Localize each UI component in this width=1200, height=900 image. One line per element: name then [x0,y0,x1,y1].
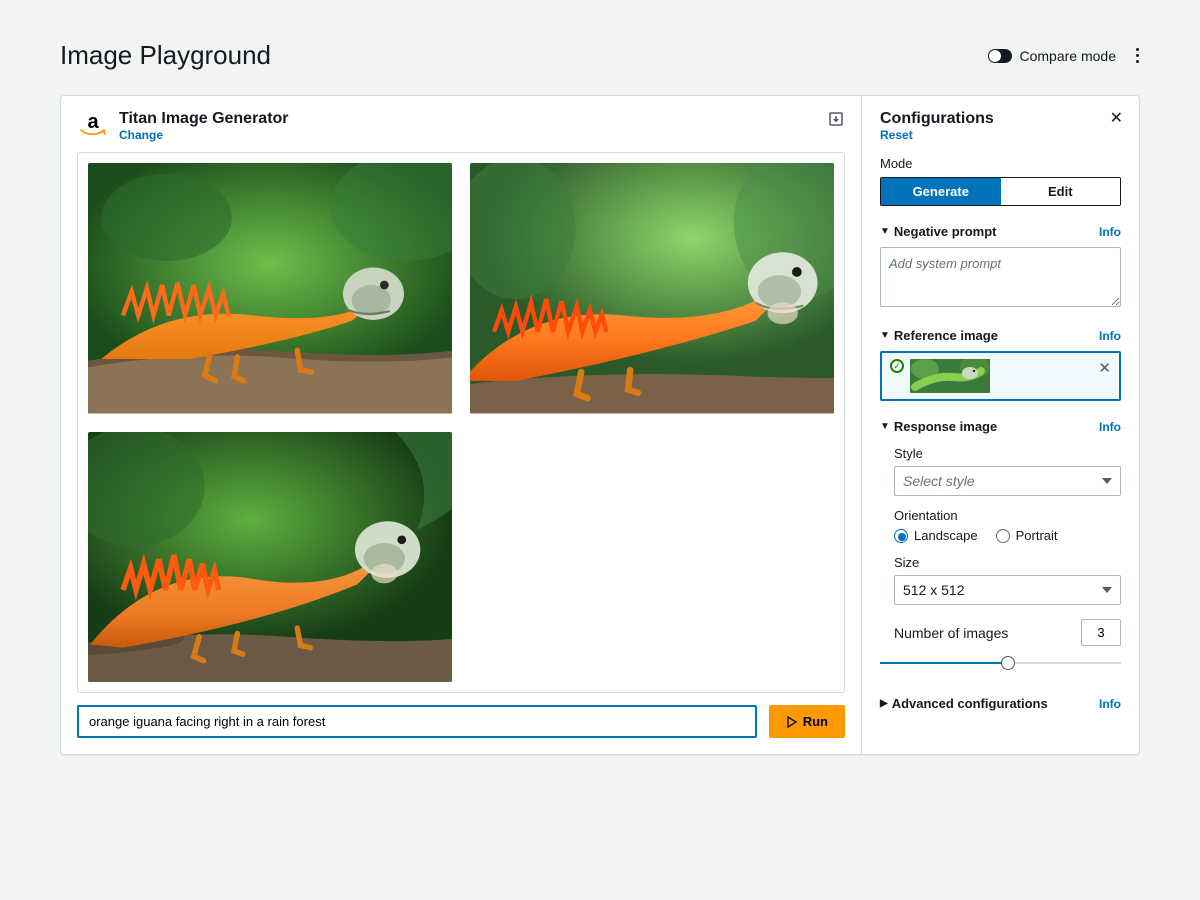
reference-image-box: ✓ ✕ [880,351,1121,401]
run-button[interactable]: Run [769,705,845,738]
image-gallery [77,152,845,693]
radio-selected-icon [894,529,908,543]
orientation-portrait-radio[interactable]: Portrait [996,528,1058,543]
model-name: Titan Image Generator [119,110,289,128]
info-link[interactable]: Info [1099,225,1121,239]
slider-thumb-icon [1001,656,1015,670]
reference-thumbnail[interactable] [910,359,990,393]
generated-image[interactable] [88,432,452,683]
info-link[interactable]: Info [1099,329,1121,343]
mode-toggle: Generate Edit [880,177,1121,206]
download-icon[interactable] [827,110,845,128]
toggle-switch-icon [988,49,1012,63]
response-image-section[interactable]: ▼ Response image [880,419,997,434]
chevron-down-icon [1102,587,1112,593]
close-icon[interactable]: ✕ [1110,108,1123,128]
compare-mode-label: Compare mode [1020,48,1117,64]
amazon-logo-icon: a [77,110,109,142]
check-icon: ✓ [890,359,904,373]
mode-edit-button[interactable]: Edit [1001,178,1121,205]
caret-down-icon: ▼ [880,330,890,341]
style-label: Style [880,446,1121,461]
info-link[interactable]: Info [1099,697,1121,711]
num-images-slider[interactable] [880,656,1121,670]
chevron-down-icon [1102,478,1112,484]
generated-image[interactable] [470,163,834,414]
mode-label: Mode [880,156,1121,171]
generated-image[interactable] [88,163,452,414]
negative-prompt-input[interactable] [880,247,1121,307]
size-select[interactable]: 512 x 512 [894,575,1121,605]
size-label: Size [880,555,1121,570]
info-link[interactable]: Info [1099,420,1121,434]
num-images-input[interactable] [1081,619,1121,646]
radio-icon [996,529,1010,543]
remove-reference-icon[interactable]: ✕ [1098,359,1111,377]
negative-prompt-section[interactable]: ▼ Negative prompt [880,224,996,239]
caret-right-icon: ▶ [880,698,888,709]
reset-link[interactable]: Reset [880,128,994,142]
compare-mode-toggle[interactable]: Compare mode [988,48,1117,64]
orientation-label: Orientation [880,508,1121,523]
main-panel: a Titan Image Generator Change [61,96,861,754]
configurations-panel: ✕ Configurations Reset Mode Generate Edi… [861,96,1139,754]
num-images-label: Number of images [894,625,1008,641]
caret-down-icon: ▼ [880,226,890,237]
play-icon [786,716,798,728]
mode-generate-button[interactable]: Generate [881,178,1001,205]
caret-down-icon: ▼ [880,421,890,432]
change-model-link[interactable]: Change [119,128,289,142]
more-menu-icon[interactable] [1136,48,1140,63]
prompt-input[interactable] [77,705,757,738]
config-title: Configurations [880,110,994,128]
orientation-landscape-radio[interactable]: Landscape [894,528,978,543]
page-title: Image Playground [60,40,271,71]
reference-image-section[interactable]: ▼ Reference image [880,328,998,343]
advanced-config-section[interactable]: ▶ Advanced configurations [880,696,1048,711]
style-select[interactable]: Select style [894,466,1121,496]
